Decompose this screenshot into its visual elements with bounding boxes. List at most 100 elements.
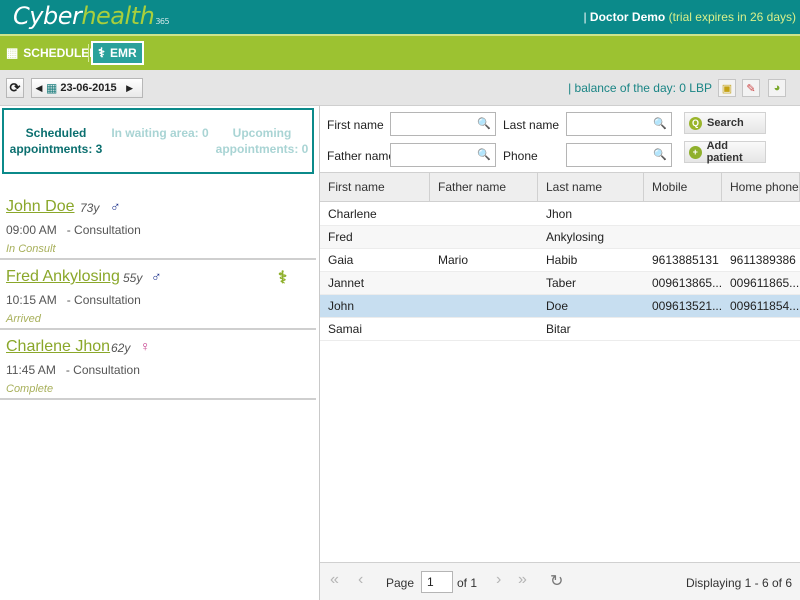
cell-first-name: Gaia	[328, 253, 354, 267]
patient-age: 55y	[123, 271, 143, 285]
calendar-icon: ▦	[46, 81, 58, 95]
nav-divider	[88, 44, 89, 62]
scheduled-appointments-tab[interactable]: Scheduled appointments: 3	[4, 125, 108, 157]
cell-mobile	[644, 226, 722, 248]
page-number-input[interactable]: 1	[421, 571, 453, 593]
cell-home-phone: 9611389386	[730, 253, 796, 267]
tab-emr[interactable]: ⚕ EMR	[91, 41, 144, 65]
column-header-last-name[interactable]: Last name	[538, 173, 644, 201]
patients-table: First name Father name Last name Mobile …	[320, 172, 800, 562]
cell-last-name: Jhon	[546, 207, 573, 221]
prev-day-icon[interactable]: ◀	[34, 83, 44, 94]
table-row[interactable]: Charlene Jhon	[320, 203, 800, 226]
cell-mobile: 9613885131	[652, 253, 719, 267]
pen-icon[interactable]: ✎	[742, 79, 760, 97]
cell-mobile: 009613865...	[652, 276, 722, 290]
refresh-icon[interactable]: ↻	[550, 571, 563, 591]
cell-home-phone	[722, 203, 800, 225]
phone-field[interactable]: 🔍	[566, 143, 672, 167]
cell-home-phone	[722, 318, 800, 340]
app-header: Cyberhealth365 | Doctor Demo (trial expi…	[0, 0, 800, 34]
column-header-father-name[interactable]: Father name	[430, 173, 538, 201]
last-page-icon[interactable]: »	[518, 571, 527, 589]
cell-first-name: John	[328, 299, 355, 313]
refresh-button[interactable]: ⟳	[6, 78, 24, 98]
cell-father-name: Mario	[438, 253, 469, 267]
balance-of-day: | balance of the day: 0 LBP	[568, 81, 712, 95]
calendar-icon: ▦	[6, 45, 19, 60]
patient-name-link[interactable]: John Doe	[6, 198, 75, 216]
stethoscope-icon[interactable]: ⚕	[278, 268, 287, 288]
cell-father-name	[430, 318, 538, 340]
patient-name-link[interactable]: Fred Ankylosing	[6, 268, 120, 286]
cell-home-phone: 009611854...	[730, 299, 800, 313]
add-patient-button[interactable]: + Add patient	[684, 140, 766, 164]
display-count: Displaying 1 - 6 of 6	[685, 576, 792, 590]
table-row[interactable]: Jannet Taber 009613865... 009611865...	[320, 272, 800, 295]
appointment-item[interactable]: Fred Ankylosing 55y ♂ ⚕ 10:15 AM - Consu…	[0, 260, 316, 330]
search-button[interactable]: Q Search	[684, 112, 766, 134]
patient-search-panel: First name 🔍 Last name 🔍 Father name 🔍 P…	[320, 106, 800, 600]
phone-label: Phone	[503, 149, 538, 163]
waiting-area-tab[interactable]: In waiting area: 0	[108, 125, 212, 141]
appointment-item[interactable]: Charlene Jhon 62y ♀ 11:45 AM - Consultat…	[0, 330, 316, 400]
next-page-icon[interactable]: ›	[496, 571, 501, 589]
female-icon: ♀	[140, 338, 151, 354]
first-name-field[interactable]: 🔍	[390, 112, 496, 136]
user-name[interactable]: Doctor Demo	[590, 10, 665, 24]
table-row-selected[interactable]: John Doe 009613521... 009611854...	[320, 295, 800, 318]
patient-age: 73y	[80, 201, 100, 215]
cell-last-name: Habib	[546, 253, 578, 267]
patient-age: 62y	[111, 341, 131, 355]
first-name-label: First name	[327, 118, 384, 132]
table-header: First name Father name Last name Mobile …	[320, 173, 800, 202]
patient-name-link[interactable]: Charlene Jhon	[6, 338, 110, 356]
pie-chart-icon[interactable]: ◕	[768, 79, 786, 97]
next-day-icon[interactable]: ▶	[125, 83, 135, 94]
cell-mobile	[644, 203, 722, 225]
table-row[interactable]: Gaia Mario Habib 9613885131 9611389386	[320, 249, 800, 272]
search-icon: 🔍	[653, 118, 667, 130]
date-picker[interactable]: ◀ ▦ 23-06-2015 ▶	[31, 78, 143, 98]
toolbar: ⟳ ◀ ▦ 23-06-2015 ▶ | balance of the day:…	[0, 70, 800, 106]
column-header-first-name[interactable]: First name	[320, 173, 430, 201]
page-label: Page	[386, 576, 415, 590]
cell-last-name: Doe	[546, 299, 569, 313]
father-name-label: Father name	[327, 149, 396, 163]
user-info: | Doctor Demo (trial expires in 26 days)	[583, 10, 796, 24]
appointment-item[interactable]: John Doe 73y ♂ 09:00 AM - Consultation I…	[0, 190, 316, 260]
male-icon: ♂	[110, 198, 121, 214]
appointment-stats: Scheduled appointments: 3 In waiting are…	[2, 108, 314, 174]
father-name-field[interactable]: 🔍	[390, 143, 496, 167]
last-name-label: Last name	[503, 118, 560, 132]
appointment-time: 09:00 AM - Consultation	[6, 223, 141, 237]
cyberhealth-logo: Cyberhealth365	[13, 2, 170, 30]
money-icon[interactable]: ▣	[718, 79, 736, 97]
search-form: First name 🔍 Last name 🔍 Father name 🔍 P…	[320, 106, 800, 172]
last-name-field[interactable]: 🔍	[566, 112, 672, 136]
table-row[interactable]: Fred Ankylosing	[320, 226, 800, 249]
upcoming-appointments-tab[interactable]: Upcoming appointments: 0	[210, 125, 314, 157]
cell-first-name: Samai	[328, 322, 363, 336]
prev-page-icon[interactable]: ‹	[358, 571, 363, 589]
search-icon: 🔍	[477, 149, 491, 161]
cell-mobile	[644, 318, 722, 340]
column-header-mobile[interactable]: Mobile	[644, 173, 722, 201]
cell-father-name	[430, 295, 538, 317]
cell-father-name	[430, 203, 538, 225]
main-nav: ▦ SCHEDULER ⚕ EMR	[0, 34, 800, 70]
search-icon: Q	[689, 116, 702, 130]
appointment-status: Arrived	[6, 313, 41, 325]
cell-first-name: Charlene	[328, 207, 377, 221]
table-row[interactable]: Samai Bitar	[320, 318, 800, 341]
appointment-time: 10:15 AM - Consultation	[6, 293, 141, 307]
cell-last-name: Bitar	[546, 322, 571, 336]
pagination-bar: « ‹ Page 1 of 1 › » ↻ Displaying 1 - 6 o…	[320, 562, 800, 600]
search-icon: 🔍	[653, 149, 667, 161]
trial-notice: (trial expires in 26 days)	[668, 10, 796, 24]
page-count: of 1	[457, 576, 478, 590]
cell-last-name: Ankylosing	[546, 230, 605, 244]
column-header-home-phone[interactable]: Home phone	[722, 173, 800, 201]
cell-last-name: Taber	[546, 276, 577, 290]
first-page-icon[interactable]: «	[330, 571, 339, 589]
